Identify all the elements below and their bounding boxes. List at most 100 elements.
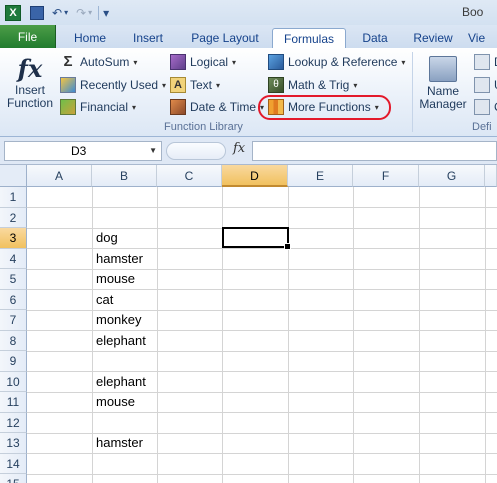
row-header-7[interactable]: 7 <box>0 310 27 331</box>
column-header-g[interactable]: G <box>419 165 485 187</box>
insert-function-fx-icon[interactable]: fx <box>233 141 245 156</box>
worksheet-grid[interactable]: A B C D E F G 1 2 3 4 5 6 7 8 9 10 11 12… <box>0 165 497 483</box>
tab-data[interactable]: Data <box>352 28 398 49</box>
cell-b7[interactable]: monkey <box>92 310 142 330</box>
row-header-14[interactable]: 14 <box>0 453 27 474</box>
row-header-2[interactable]: 2 <box>0 207 27 228</box>
tab-review[interactable]: Review <box>404 28 462 49</box>
chevron-down-icon: ▾ <box>232 57 237 67</box>
tab-file[interactable]: File <box>0 25 56 49</box>
chevron-down-icon: ▾ <box>162 80 167 90</box>
gridline <box>27 412 497 413</box>
formula-input[interactable] <box>252 141 497 161</box>
row-header-6[interactable]: 6 <box>0 289 27 310</box>
autosum-button[interactable]: Σ AutoSum ▾ <box>60 52 137 72</box>
tab-page-layout[interactable]: Page Layout <box>182 28 268 49</box>
row-header-11[interactable]: 11 <box>0 392 27 413</box>
recently-used-label: Recently Used <box>80 78 159 92</box>
formula-bar: D3 ▼ fx <box>0 137 497 165</box>
gridline <box>419 187 420 483</box>
cell-b10[interactable]: elephant <box>92 372 146 392</box>
book-star-icon <box>60 77 76 93</box>
insert-function-button[interactable]: fx Insert Function <box>4 54 56 110</box>
customize-toolbar-icon[interactable]: ▾ <box>103 6 109 20</box>
undo-icon[interactable]: ↶ <box>52 6 62 20</box>
cell-b11[interactable]: mouse <box>92 392 135 412</box>
column-header-c[interactable]: C <box>157 165 222 187</box>
name-box-value: D3 <box>71 144 87 158</box>
cell-b8[interactable]: elephant <box>92 331 146 351</box>
name-manager-label-2: Manager <box>419 97 467 111</box>
tab-view[interactable]: Vie <box>468 28 497 49</box>
active-cell-d3[interactable] <box>222 227 291 250</box>
undo-dropdown-icon[interactable]: ▾ <box>64 8 68 17</box>
lookup-reference-button[interactable]: Lookup & Reference ▾ <box>268 52 405 72</box>
row-header-4[interactable]: 4 <box>0 248 27 269</box>
chevron-down-icon: ▾ <box>132 102 137 112</box>
row-header-9[interactable]: 9 <box>0 351 27 372</box>
row-header-8[interactable]: 8 <box>0 330 27 351</box>
financial-book-icon <box>60 99 76 115</box>
create-from-selection-icon <box>474 99 490 115</box>
date-time-button[interactable]: Date & Time ▾ <box>170 97 264 117</box>
define-name-icon <box>474 54 490 70</box>
tab-home[interactable]: Home <box>64 28 116 49</box>
row-header-3[interactable]: 3 <box>0 228 27 249</box>
row-header-5[interactable]: 5 <box>0 269 27 290</box>
window-title: Boo <box>462 5 484 19</box>
logical-book-icon <box>170 54 186 70</box>
tab-formulas[interactable]: Formulas <box>272 28 346 50</box>
tab-insert[interactable]: Insert <box>122 28 174 49</box>
logical-button[interactable]: Logical ▾ <box>170 52 236 72</box>
cell-b13[interactable]: hamster <box>92 433 143 453</box>
text-button[interactable]: A Text ▾ <box>170 75 220 95</box>
save-icon[interactable] <box>30 5 44 20</box>
math-trig-button[interactable]: θ Math & Trig ▾ <box>268 75 357 95</box>
redo-icon[interactable]: ↷ <box>76 6 86 20</box>
row-header-10[interactable]: 10 <box>0 371 27 392</box>
text-book-icon: A <box>170 77 186 93</box>
row-header-1[interactable]: 1 <box>0 187 27 208</box>
cell-b4[interactable]: hamster <box>92 249 143 269</box>
clock-book-icon <box>170 99 186 115</box>
column-header-partial[interactable] <box>485 165 497 187</box>
column-header-d[interactable]: D <box>222 165 288 187</box>
name-box[interactable]: D3 ▼ <box>4 141 162 161</box>
financial-button[interactable]: Financial ▾ <box>60 97 136 117</box>
use-in-formula-button[interactable]: U <box>474 75 497 95</box>
chevron-down-icon: ▾ <box>353 80 358 90</box>
gridline <box>157 187 158 483</box>
fx-icon: fx <box>17 54 43 83</box>
math-trig-label: Math & Trig <box>288 78 350 92</box>
column-header-b[interactable]: B <box>92 165 157 187</box>
lookup-reference-label: Lookup & Reference <box>288 55 398 69</box>
cell-b3[interactable]: dog <box>92 228 118 248</box>
more-functions-highlight <box>258 95 391 120</box>
ribbon-tabs: File Home Insert Page Layout Formulas Da… <box>0 25 497 50</box>
redo-dropdown-icon[interactable]: ▾ <box>88 8 92 17</box>
gridline <box>27 453 497 454</box>
row-header-15[interactable]: 15 <box>0 474 27 483</box>
gridline <box>27 473 497 475</box>
cell-b6[interactable]: cat <box>92 290 113 310</box>
date-time-label: Date & Time <box>190 100 257 114</box>
name-manager-button[interactable]: Name Manager <box>417 54 469 111</box>
formula-bar-splitter[interactable] <box>166 142 226 160</box>
column-header-f[interactable]: F <box>353 165 419 187</box>
column-header-a[interactable]: A <box>27 165 92 187</box>
row-header-13[interactable]: 13 <box>0 433 27 454</box>
define-name-button[interactable]: D <box>474 52 497 72</box>
sigma-icon: Σ <box>63 53 73 70</box>
row-header-12[interactable]: 12 <box>0 412 27 433</box>
column-header-e[interactable]: E <box>288 165 353 187</box>
group-label-function-library: Function Library <box>164 121 243 133</box>
lookup-book-icon <box>268 54 284 70</box>
cell-b5[interactable]: mouse <box>92 269 135 289</box>
create-from-selection-button[interactable]: C <box>474 97 497 117</box>
select-all-corner[interactable] <box>0 165 27 187</box>
ribbon-formulas: fx Insert Function Σ AutoSum ▾ Recently U… <box>0 48 497 137</box>
name-box-dropdown-icon[interactable]: ▼ <box>149 142 157 160</box>
chevron-down-icon: ▾ <box>216 80 221 90</box>
gridline <box>27 350 497 352</box>
recently-used-button[interactable]: Recently Used ▾ <box>60 75 166 95</box>
